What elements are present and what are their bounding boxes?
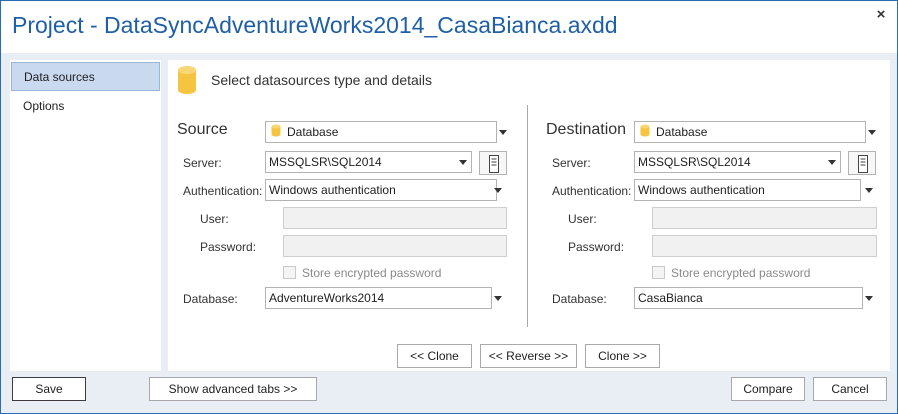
source-database-label: Database: (183, 292, 238, 306)
server-icon (858, 155, 868, 173)
destination-type-value: Database (656, 125, 708, 139)
clone-right-button[interactable]: Clone >> (585, 344, 660, 368)
source-server-label: Server: (183, 156, 222, 170)
sidebar: Data sources Options (10, 60, 161, 372)
clone-left-button[interactable]: << Clone (397, 344, 472, 368)
dialog-footer: Save Show advanced tabs >> Compare Cance… (1, 371, 897, 413)
cancel-button[interactable]: Cancel (813, 377, 887, 401)
reverse-button[interactable]: << Reverse >> (480, 344, 577, 368)
destination-server-label: Server: (552, 156, 591, 170)
destination-user-label: User: (568, 212, 597, 226)
destination-store-password-label: Store encrypted password (671, 266, 811, 280)
chevron-down-icon[interactable] (865, 296, 873, 301)
chevron-down-icon[interactable] (499, 130, 507, 135)
destination-server-combo[interactable]: MSSQLSR\SQL2014 (634, 151, 841, 173)
source-store-password-checkbox[interactable] (283, 266, 296, 279)
chevron-down-icon[interactable] (494, 188, 502, 193)
chevron-down-icon[interactable] (865, 188, 873, 193)
chevron-down-icon[interactable] (459, 160, 467, 165)
chevron-down-icon[interactable] (828, 160, 836, 165)
data-sources-panel: Select datasources type and details Sour… (168, 60, 890, 372)
source-server-combo[interactable]: MSSQLSR\SQL2014 (265, 151, 472, 173)
server-icon (489, 155, 499, 173)
destination-user-field[interactable] (652, 207, 877, 229)
destination-auth-dropdown[interactable]: Windows authentication (634, 179, 861, 201)
source-auth-label: Authentication: (183, 184, 263, 198)
sidebar-item-data-sources[interactable]: Data sources (11, 62, 160, 91)
source-type-dropdown[interactable]: Database (265, 121, 497, 143)
source-auth-dropdown[interactable]: Windows authentication (265, 179, 497, 201)
panel-header: Select datasources type and details (211, 72, 433, 88)
destination-database-dropdown[interactable]: CasaBianca (634, 287, 863, 309)
title-bar: Project - DataSyncAdventureWorks2014_Cas… (1, 1, 897, 53)
destination-password-label: Password: (568, 240, 625, 254)
sidebar-item-options[interactable]: Options (11, 92, 160, 121)
source-title: Source (177, 121, 228, 138)
destination-database-label: Database: (552, 292, 607, 306)
database-icon (640, 123, 650, 142)
destination-auth-label: Authentication: (552, 184, 632, 198)
source-user-field[interactable] (283, 207, 507, 229)
show-advanced-tabs-button[interactable]: Show advanced tabs >> (149, 377, 317, 401)
source-type-value: Database (287, 125, 339, 139)
window-title: Project - DataSyncAdventureWorks2014_Cas… (12, 12, 618, 38)
chevron-down-icon[interactable] (868, 130, 876, 135)
destination-type-dropdown[interactable]: Database (634, 121, 866, 143)
source-password-field[interactable] (283, 235, 507, 257)
destination-server-browse-button[interactable] (848, 151, 876, 175)
save-button[interactable]: Save (12, 377, 86, 401)
project-dialog: Project - DataSyncAdventureWorks2014_Cas… (0, 0, 898, 414)
destination-store-password-checkbox[interactable] (652, 266, 665, 279)
compare-button[interactable]: Compare (731, 377, 805, 401)
source-password-label: Password: (200, 240, 257, 254)
source-database-dropdown[interactable]: AdventureWorks2014 (265, 287, 492, 309)
panel-divider (527, 105, 528, 327)
database-icon (271, 123, 281, 142)
database-icon (177, 65, 197, 98)
destination-password-field[interactable] (652, 235, 877, 257)
close-icon[interactable]: × (873, 7, 889, 23)
source-user-label: User: (200, 212, 229, 226)
dialog-body: Data sources Options Select datasources … (1, 53, 897, 372)
destination-title: Destination (546, 121, 627, 138)
source-server-browse-button[interactable] (479, 151, 507, 175)
chevron-down-icon[interactable] (494, 296, 502, 301)
source-store-password-label: Store encrypted password (302, 266, 442, 280)
